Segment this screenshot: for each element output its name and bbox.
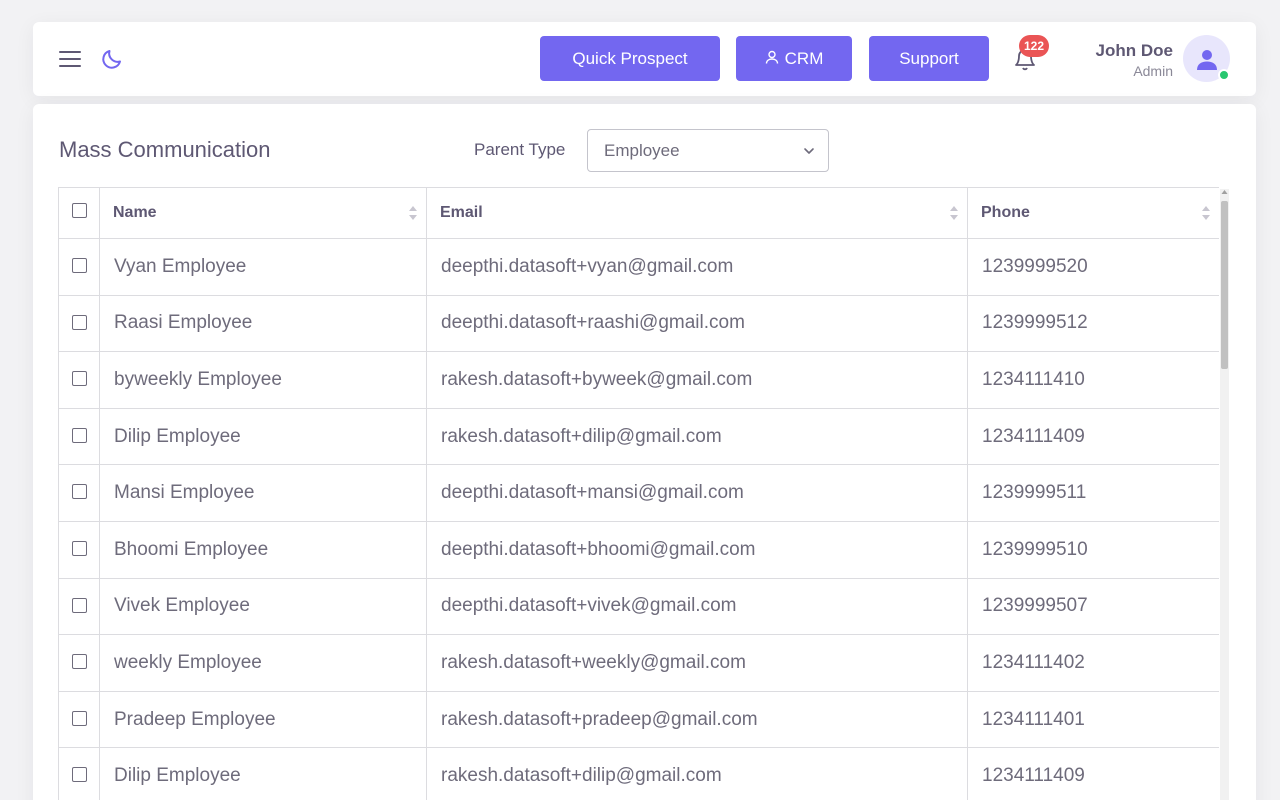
row-select-cell [58, 520, 100, 579]
row-checkbox[interactable] [71, 258, 87, 273]
hamburger-menu-icon[interactable] [59, 49, 81, 69]
row-checkbox[interactable] [71, 767, 87, 783]
online-status-dot [1218, 69, 1230, 81]
sort-icon[interactable] [1201, 204, 1211, 222]
top-navbar: Quick Prospect CRM Support 122 John Doe … [33, 22, 1256, 96]
cell-name: Raasi Employee [99, 294, 427, 353]
row-select-cell [58, 464, 100, 522]
parent-type-value: Employee [604, 140, 680, 160]
table-row[interactable]: Raasi Employee deepthi.datasoft+raashi@g… [58, 294, 1219, 353]
cell-email: deepthi.datasoft+vivek@gmail.com [426, 577, 968, 636]
row-checkbox[interactable] [71, 314, 87, 330]
support-button[interactable]: Support [869, 36, 989, 81]
parent-type-label: Parent Type [474, 140, 566, 159]
cell-phone: 1234111409 [967, 747, 1219, 800]
cell-email: rakesh.datasoft+pradeep@gmail.com [426, 690, 968, 749]
cell-phone: 1234111409 [967, 407, 1219, 466]
employee-table: Name Email Phone Vyan Employee deepthi.d… [58, 187, 1219, 800]
table-header-row: Name Email Phone [58, 187, 1219, 239]
cell-phone: 1239999520 [967, 238, 1219, 296]
column-header-label: Email [440, 204, 483, 221]
moon-icon[interactable] [100, 47, 124, 71]
table-row[interactable]: Vivek Employee deepthi.datasoft+vivek@gm… [58, 577, 1219, 636]
notification-badge: 122 [1019, 35, 1050, 57]
table-row[interactable]: Bhoomi Employee deepthi.datasoft+bhoomi@… [58, 520, 1219, 579]
column-header-label: Phone [981, 204, 1030, 221]
cell-phone: 1234111402 [967, 634, 1219, 692]
column-header-label: Name [113, 204, 157, 221]
table-row[interactable]: byweekly Employee rakesh.datasoft+byweek… [58, 351, 1219, 409]
row-select-cell [58, 351, 100, 409]
row-checkbox[interactable] [71, 540, 87, 556]
row-select-cell [58, 577, 100, 636]
page-title: Mass Communication [59, 137, 271, 162]
sort-icon[interactable] [949, 204, 959, 222]
cell-email: rakesh.datasoft+dilip@gmail.com [426, 747, 968, 800]
cell-phone: 1239999510 [967, 520, 1219, 579]
cell-name: byweekly Employee [99, 351, 427, 409]
user-role: Admin [1133, 63, 1173, 79]
sort-icon[interactable] [408, 204, 418, 222]
cell-name: Dilip Employee [99, 747, 427, 800]
row-checkbox[interactable] [71, 597, 87, 613]
cell-email: rakesh.datasoft+weekly@gmail.com [426, 634, 968, 692]
cell-name: Mansi Employee [99, 464, 427, 522]
cell-email: deepthi.datasoft+vyan@gmail.com [426, 238, 968, 296]
cell-email: deepthi.datasoft+raashi@gmail.com [426, 294, 968, 353]
table-row[interactable]: Dilip Employee rakesh.datasoft+dilip@gma… [58, 407, 1219, 466]
row-select-cell [58, 238, 100, 296]
person-icon [1196, 49, 1217, 70]
row-select-cell [58, 407, 100, 466]
cell-name: Dilip Employee [99, 407, 427, 466]
table-scrollbar[interactable] [1220, 189, 1229, 800]
table-row[interactable]: weekly Employee rakesh.datasoft+weekly@g… [58, 634, 1219, 692]
row-select-cell [58, 294, 100, 353]
chevron-down-icon [804, 148, 814, 154]
cell-name: Vyan Employee [99, 238, 427, 296]
cell-phone: 1239999512 [967, 294, 1219, 353]
cell-name: Vivek Employee [99, 577, 427, 636]
cell-email: rakesh.datasoft+byweek@gmail.com [426, 351, 968, 409]
quick-prospect-button[interactable]: Quick Prospect [540, 36, 720, 81]
cell-name: Bhoomi Employee [99, 520, 427, 579]
crm-button[interactable]: CRM [736, 36, 852, 81]
row-checkbox[interactable] [71, 427, 87, 443]
cell-email: deepthi.datasoft+mansi@gmail.com [426, 464, 968, 522]
row-checkbox[interactable] [71, 710, 87, 726]
row-select-cell [58, 747, 100, 800]
user-info[interactable]: John Doe Admin [1073, 40, 1173, 80]
select-all-checkbox[interactable] [71, 203, 87, 218]
select-all-cell [58, 187, 100, 239]
row-select-cell [58, 690, 100, 749]
user-name: John Doe [1095, 41, 1173, 60]
cell-phone: 1234111410 [967, 351, 1219, 409]
parent-type-select[interactable]: Employee [587, 129, 829, 172]
cell-name: weekly Employee [99, 634, 427, 692]
column-header-email[interactable]: Email [426, 187, 968, 239]
column-header-phone[interactable]: Phone [967, 187, 1219, 239]
scroll-up-arrow-icon[interactable] [1221, 189, 1228, 197]
row-checkbox[interactable] [71, 371, 87, 387]
cell-phone: 1239999507 [967, 577, 1219, 636]
table-row[interactable]: Vyan Employee deepthi.datasoft+vyan@gmai… [58, 238, 1219, 296]
scrollbar-thumb[interactable] [1221, 201, 1228, 369]
cell-name: Pradeep Employee [99, 690, 427, 749]
row-checkbox[interactable] [71, 654, 87, 670]
employee-table-container: Name Email Phone Vyan Employee deepthi.d… [58, 187, 1219, 800]
mass-communication-card: Mass Communication Parent Type Employee … [33, 104, 1256, 800]
column-header-name[interactable]: Name [99, 187, 427, 239]
row-checkbox[interactable] [71, 484, 87, 500]
cell-phone: 1239999511 [967, 464, 1219, 522]
table-row[interactable]: Pradeep Employee rakesh.datasoft+pradeep… [58, 690, 1219, 749]
table-row[interactable]: Dilip Employee rakesh.datasoft+dilip@gma… [58, 747, 1219, 800]
cell-email: deepthi.datasoft+bhoomi@gmail.com [426, 520, 968, 579]
cell-email: rakesh.datasoft+dilip@gmail.com [426, 407, 968, 466]
user-icon [765, 49, 779, 69]
row-select-cell [58, 634, 100, 692]
crm-button-label: CRM [784, 48, 824, 68]
cell-phone: 1234111401 [967, 690, 1219, 749]
table-row[interactable]: Mansi Employee deepthi.datasoft+mansi@gm… [58, 464, 1219, 522]
